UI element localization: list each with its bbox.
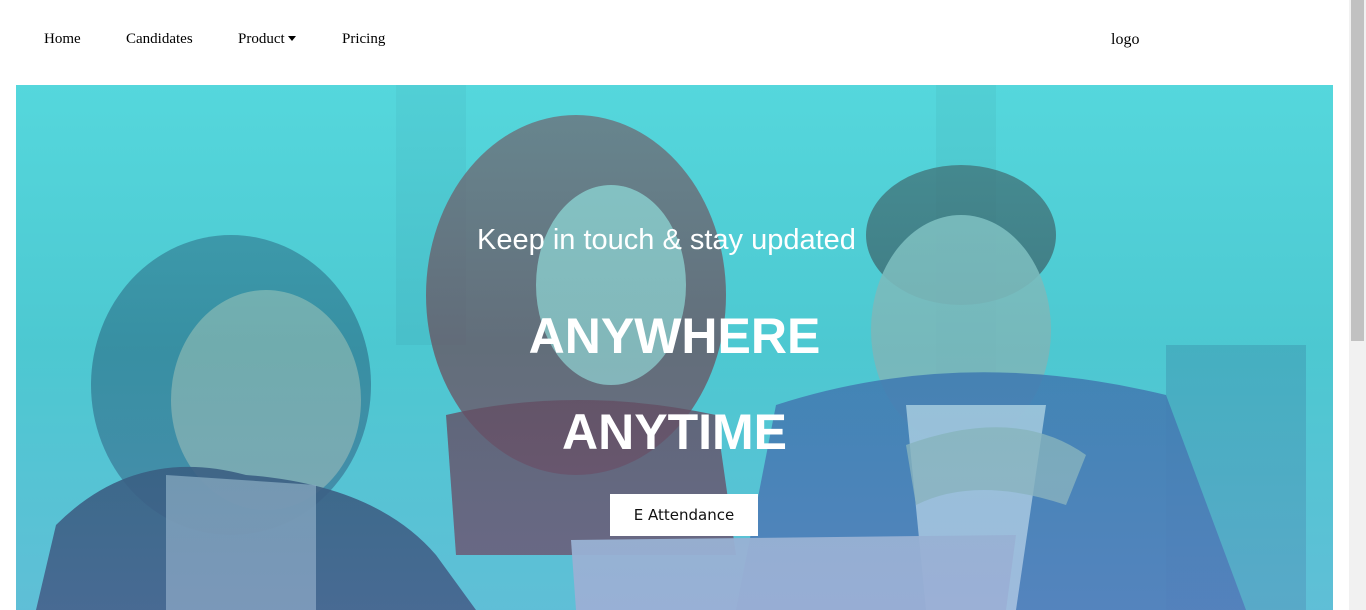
hero-tagline: Keep in touch & stay updated [477,224,856,256]
scrollbar-thumb[interactable] [1351,0,1364,341]
logo[interactable]: logo [1111,31,1139,49]
logo-alt-text: logo [1111,31,1140,48]
top-navbar: Home Candidates Product Pricing logo [0,0,1349,85]
hero-headline-anywhere: ANYWHERE [528,308,821,364]
page: Home Candidates Product Pricing logo Kee… [0,0,1366,610]
nav-link-home[interactable]: Home [44,31,81,48]
nav-link-product-label: Product [238,31,285,47]
vertical-scrollbar[interactable] [1349,0,1366,610]
nav-link-product[interactable]: Product [238,31,296,48]
hero-headline-anytime: ANYTIME [562,404,787,460]
e-attendance-button[interactable]: E Attendance [610,494,758,536]
nav-link-pricing[interactable]: Pricing [342,31,385,48]
hero-banner: Keep in touch & stay updated ANYWHERE AN… [16,85,1333,610]
caret-down-icon [287,36,296,41]
nav-link-candidates[interactable]: Candidates [126,31,193,48]
